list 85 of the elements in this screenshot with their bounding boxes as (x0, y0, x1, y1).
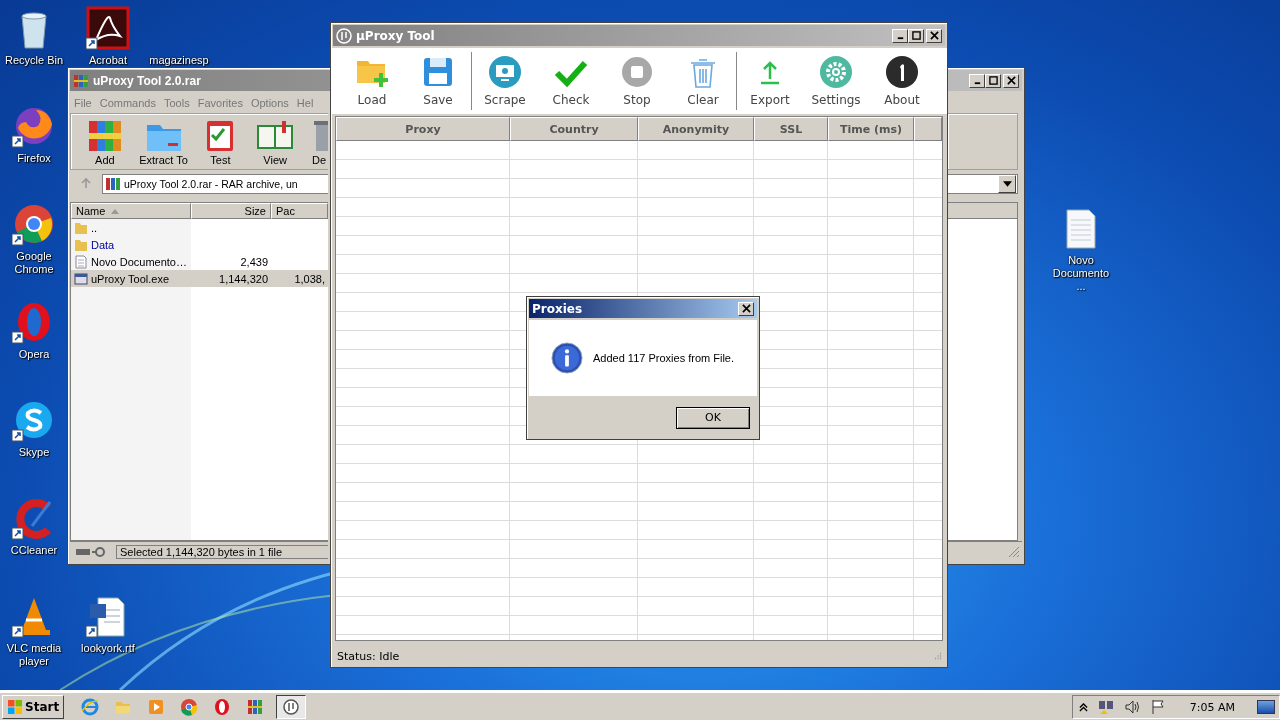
window-title: uProxy Tool 2.0.rar (93, 73, 202, 88)
toolbar-button[interactable]: Clear (670, 55, 736, 107)
toolbar-button[interactable]: Scrape (472, 55, 538, 107)
desktop-icon-label[interactable]: CCleaner (10, 544, 58, 557)
window-title: µProxy Tool (356, 28, 436, 43)
desktop-icon-label[interactable]: Firefox (17, 152, 51, 165)
info-icon (551, 342, 583, 374)
toolbar-button[interactable]: De (310, 117, 328, 169)
app-logo-icon (336, 27, 352, 44)
show-desktop-button[interactable] (1257, 700, 1275, 714)
pdf-app-icon[interactable] (86, 6, 130, 50)
toolbar-panel (948, 113, 1018, 170)
toolbar-button[interactable]: Stop (604, 55, 670, 107)
desktop-icon-label[interactable]: Novo Documento ... (1049, 254, 1113, 293)
program-icon (74, 271, 88, 286)
settings-icon (819, 55, 853, 89)
monitor-download-icon (488, 55, 522, 89)
archive-icon (105, 176, 121, 192)
column-header[interactable]: Time (ms) (828, 117, 914, 141)
desktop-icon-label[interactable]: Recycle Bin (4, 54, 64, 67)
windows-flag-icon (7, 699, 23, 715)
file-row[interactable]: .. (71, 219, 328, 236)
status-text: Selected 1,144,320 bytes in 1 file (116, 545, 328, 559)
close-icon (741, 304, 751, 313)
app-logo-icon (282, 698, 301, 716)
dialog-title: Proxies (532, 301, 583, 316)
up-arrow-icon (80, 176, 92, 189)
start-button[interactable]: Start (2, 695, 65, 719)
path-dropdown[interactable] (948, 174, 1018, 194)
ok-button[interactable]: OK (676, 406, 750, 429)
resize-grip-icon[interactable] (1008, 546, 1020, 558)
column-header[interactable]: Pac (271, 203, 328, 219)
network-icon[interactable] (1097, 699, 1114, 715)
ring-icon (213, 698, 232, 716)
toolbar-button[interactable]: Export (737, 55, 803, 107)
browser-ball-icon (180, 698, 199, 716)
desktop-icon-label[interactable]: magazinesp (149, 54, 209, 67)
browser-ball-icon[interactable] (12, 202, 56, 246)
file-row[interactable]: Novo Documento… 2,439 (71, 253, 328, 270)
column-header[interactable]: Proxy (336, 117, 510, 141)
toolbar-button[interactable]: Test (200, 117, 241, 169)
column-header[interactable]: Name (71, 203, 191, 219)
desktop-icon-label[interactable]: Skype (18, 446, 50, 459)
column-header[interactable]: Country (510, 117, 638, 141)
close-icon (1006, 76, 1016, 85)
toolbar-button[interactable]: Add (83, 117, 127, 169)
toolbar-button[interactable]: Load (339, 55, 405, 107)
toolbar-button[interactable]: Check (538, 55, 604, 107)
path-dropdown[interactable]: uProxy Tool 2.0.rar - RAR archive, un (102, 174, 328, 194)
desktop-icon-label[interactable]: Google Chrome (2, 250, 66, 276)
stop-icon (620, 55, 654, 89)
close-button[interactable] (738, 301, 754, 316)
folder-icon (74, 237, 88, 252)
file-row[interactable]: uProxy Tool.exe 1,144,320 1,038, (71, 270, 328, 287)
file-row[interactable]: Data (71, 236, 328, 253)
taskbar-app-button[interactable] (276, 695, 307, 719)
save-icon (421, 55, 455, 89)
info-icon (885, 55, 919, 89)
document-icon (74, 254, 88, 269)
close-icon (929, 31, 939, 40)
toolbar-button[interactable]: Settings (803, 55, 869, 107)
desktop-icon-label[interactable]: VLC media player (2, 642, 66, 668)
dialog-message: Added 117 Proxies from File. (593, 352, 735, 364)
folder-icon (74, 220, 88, 235)
column-header[interactable]: Size (191, 203, 271, 219)
play-icon (147, 698, 166, 716)
archive-icon (246, 698, 265, 716)
toolbar-button[interactable]: Save (405, 55, 471, 107)
maximize-icon (911, 31, 921, 40)
desktop-icon-label[interactable]: Opera (18, 348, 50, 361)
toolbar-button[interactable]: About (869, 55, 935, 107)
globe-e-icon (81, 698, 100, 716)
toolbar-button[interactable]: Extract To (130, 117, 197, 169)
maximize-icon (988, 76, 998, 85)
status-text: Status: Idle (337, 649, 400, 663)
speaker-icon[interactable] (1123, 699, 1140, 715)
clock[interactable]: 7:05 AM (1189, 700, 1235, 714)
column-header[interactable]: SSL (754, 117, 828, 141)
toolbar-button[interactable]: View (244, 117, 306, 169)
flag-icon[interactable] (1149, 699, 1166, 715)
archive-app-icon (73, 72, 89, 89)
column-header[interactable]: Anonymity (638, 117, 754, 141)
desktop-icon-label[interactable]: Acrobat (89, 54, 127, 67)
chevron-up-icon[interactable] (1078, 702, 1088, 712)
desktop-icon-label[interactable]: lookyork.rtf (81, 642, 135, 655)
